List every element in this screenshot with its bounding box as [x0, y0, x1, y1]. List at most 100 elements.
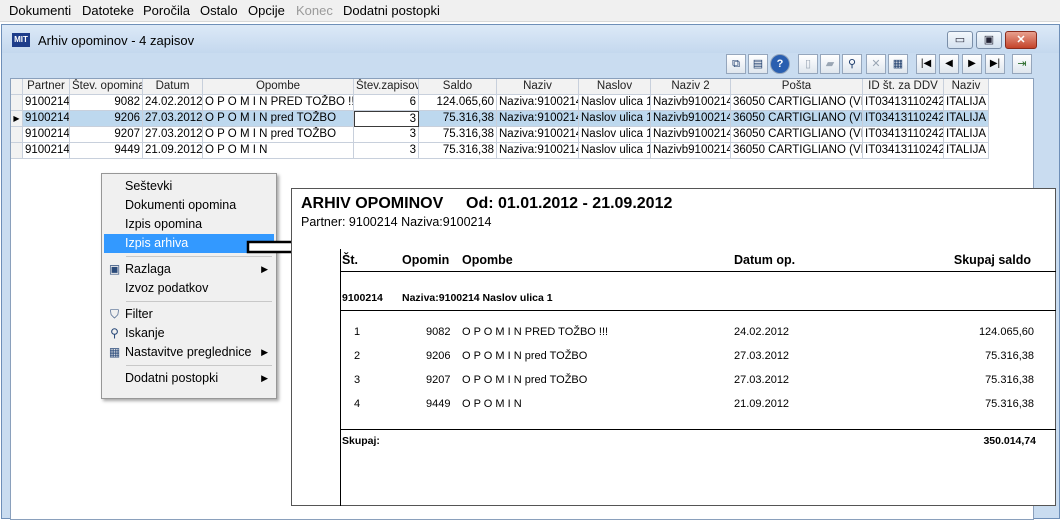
- menu-item-dodatni-postopki[interactable]: Dodatni postopki ▶: [104, 369, 274, 388]
- table-cell[interactable]: Nazivb9100214: [651, 127, 731, 143]
- column-header[interactable]: Saldo: [419, 79, 497, 95]
- table-cell[interactable]: 9449: [70, 143, 143, 159]
- table-cell[interactable]: Naziva:9100214: [497, 143, 579, 159]
- table-cell[interactable]: 3: [354, 111, 419, 127]
- table-cell[interactable]: 3: [354, 127, 419, 143]
- menu-item-nastavitve-preglednice[interactable]: ▦ Nastavitve preglednice ▶: [104, 343, 274, 362]
- table-cell[interactable]: Naslov ulica 1: [579, 127, 651, 143]
- table-cell[interactable]: 36050 CARTIGLIANO (VI): [731, 143, 863, 159]
- table-cell[interactable]: 9100214: [23, 111, 70, 127]
- column-header[interactable]: Štev.zapisov: [354, 79, 419, 95]
- table-cell[interactable]: 9100214: [23, 143, 70, 159]
- table-cell[interactable]: ITALIJA: [944, 143, 989, 159]
- table-cell[interactable]: O P O M I N pred TOŽBO: [203, 127, 354, 143]
- menu-item-sestevki[interactable]: Seštevki: [104, 177, 274, 196]
- open-folder-icon[interactable]: ▰: [820, 54, 840, 74]
- table-cell[interactable]: 27.03.2012: [143, 111, 203, 127]
- menu-ostalo[interactable]: Ostalo: [200, 3, 238, 18]
- row-indicator[interactable]: ▶: [11, 111, 23, 127]
- table-cell[interactable]: 9207: [70, 127, 143, 143]
- table-cell[interactable]: Naziva:9100214: [497, 127, 579, 143]
- menu-item-dokumenti-opomina[interactable]: Dokumenti opomina: [104, 196, 274, 215]
- maximize-button[interactable]: ▣: [976, 31, 1002, 49]
- menu-item-izpis-opomina[interactable]: Izpis opomina: [104, 215, 274, 234]
- previous-record-icon[interactable]: ◀: [939, 54, 959, 74]
- table-cell[interactable]: ITALIJA: [944, 111, 989, 127]
- table-cell[interactable]: 124.065,60: [419, 95, 497, 111]
- table-cell[interactable]: 9100214: [23, 127, 70, 143]
- row-indicator[interactable]: [11, 95, 23, 111]
- column-header[interactable]: Partner: [23, 79, 70, 95]
- next-record-icon[interactable]: ▶: [962, 54, 982, 74]
- table-cell[interactable]: Nazivb9100214: [651, 95, 731, 111]
- menu-dodatni-postopki[interactable]: Dodatni postopki: [343, 3, 440, 18]
- table-cell[interactable]: 36050 CARTIGLIANO (VI): [731, 127, 863, 143]
- table-cell[interactable]: 9082: [70, 95, 143, 111]
- table-cell[interactable]: ITALIJA: [944, 127, 989, 143]
- last-record-icon[interactable]: ▶|: [985, 54, 1005, 74]
- table-cell[interactable]: O P O M I N pred TOŽBO: [203, 111, 354, 127]
- search-icon[interactable]: ⚲: [842, 54, 862, 74]
- table-cell[interactable]: IT03413110242: [863, 111, 944, 127]
- table-cell[interactable]: Naziva:9100214: [497, 95, 579, 111]
- table-cell[interactable]: IT03413110242: [863, 143, 944, 159]
- minimize-button[interactable]: ▭: [947, 31, 973, 49]
- report-margin-line: [340, 249, 341, 506]
- table-cell[interactable]: 27.03.2012: [143, 127, 203, 143]
- table-cell[interactable]: Naslov ulica 1: [579, 111, 651, 127]
- help-icon[interactable]: ?: [770, 54, 790, 74]
- column-header[interactable]: Pošta: [731, 79, 863, 95]
- row-indicator[interactable]: [11, 127, 23, 143]
- copy-icon[interactable]: ⧉: [726, 54, 746, 74]
- table-cell[interactable]: 36050 CARTIGLIANO (VI): [731, 95, 863, 111]
- menu-item-filter[interactable]: ⛉ Filter: [104, 305, 274, 324]
- column-header[interactable]: Naziv: [944, 79, 989, 95]
- menu-porocila[interactable]: Poročila: [143, 3, 190, 18]
- table-cell[interactable]: 75.316,38: [419, 143, 497, 159]
- table-cell[interactable]: IT03413110242: [863, 127, 944, 143]
- table-cell[interactable]: Nazivb9100214: [651, 111, 731, 127]
- submenu-arrow-icon: ▶: [261, 264, 268, 274]
- delete-icon[interactable]: ✕: [866, 54, 886, 74]
- report-cell-datum: 21.09.2012: [734, 398, 790, 410]
- new-document-icon[interactable]: ▯: [798, 54, 818, 74]
- column-header[interactable]: Naslov: [579, 79, 651, 95]
- menu-opcije[interactable]: Opcije: [248, 3, 285, 18]
- column-header[interactable]: Štev. opomina: [70, 79, 143, 95]
- table-cell[interactable]: 75.316,38: [419, 127, 497, 143]
- table-cell[interactable]: O P O M I N: [203, 143, 354, 159]
- menu-datoteke[interactable]: Datoteke: [82, 3, 134, 18]
- table-cell[interactable]: 21.09.2012: [143, 143, 203, 159]
- table-cell[interactable]: IT03413110242: [863, 95, 944, 111]
- column-header[interactable]: ID št. za DDV: [863, 79, 944, 95]
- menu-dokumenti[interactable]: Dokumenti: [9, 3, 71, 18]
- first-record-icon[interactable]: |◀: [916, 54, 936, 74]
- menu-item-izvoz-podatkov[interactable]: Izvoz podatkov: [104, 279, 274, 298]
- calculator-icon[interactable]: ▤: [748, 54, 768, 74]
- exit-icon[interactable]: ⇥: [1012, 54, 1032, 74]
- menu-item-iskanje[interactable]: ⚲ Iskanje: [104, 324, 274, 343]
- table-cell[interactable]: 36050 CARTIGLIANO (VI): [731, 111, 863, 127]
- table-cell[interactable]: 9206: [70, 111, 143, 127]
- close-button[interactable]: ✕: [1005, 31, 1037, 49]
- report-cell-saldo: 75.316,38: [985, 398, 1034, 410]
- table-cell[interactable]: 75.316,38: [419, 111, 497, 127]
- table-cell[interactable]: 9100214: [23, 95, 70, 111]
- column-header[interactable]: Opombe: [203, 79, 354, 95]
- table-cell[interactable]: 24.02.2012: [143, 95, 203, 111]
- table-cell[interactable]: ITALIJA: [944, 95, 989, 111]
- table-cell[interactable]: 3: [354, 143, 419, 159]
- print-icon[interactable]: ▦: [888, 54, 908, 74]
- table-cell[interactable]: Nazivb9100214: [651, 143, 731, 159]
- table-cell[interactable]: Naslov ulica 1: [579, 95, 651, 111]
- column-header[interactable]: Datum: [143, 79, 203, 95]
- menu-item-razlaga[interactable]: ▣ Razlaga ▶: [104, 260, 274, 279]
- table-cell[interactable]: 6: [354, 95, 419, 111]
- table-cell[interactable]: Naziva:9100214: [497, 111, 579, 127]
- report-header-st: Št.: [342, 253, 358, 267]
- column-header[interactable]: Naziv: [497, 79, 579, 95]
- column-header[interactable]: Naziv 2: [651, 79, 731, 95]
- row-indicator[interactable]: [11, 143, 23, 159]
- table-cell[interactable]: O P O M I N PRED TOŽBO !!!: [203, 95, 354, 111]
- table-cell[interactable]: Naslov ulica 1: [579, 143, 651, 159]
